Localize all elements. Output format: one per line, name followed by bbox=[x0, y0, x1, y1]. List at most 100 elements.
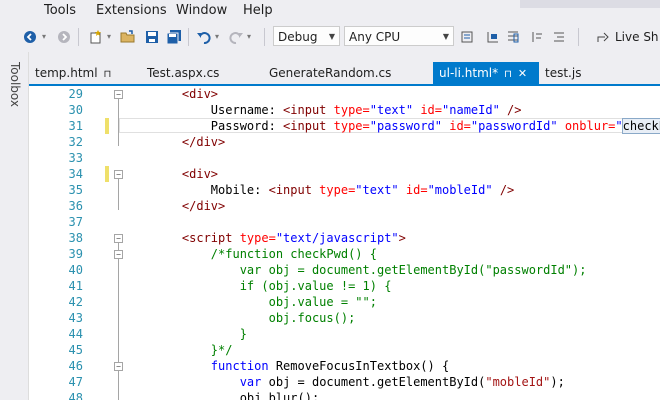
toolbox-tab[interactable]: Toolbox bbox=[6, 62, 22, 107]
code-line[interactable]: 40 var obj = document.getElementById("pa… bbox=[29, 262, 660, 278]
code-line[interactable]: 48 obj.blur(); bbox=[29, 390, 660, 400]
collapse-icon[interactable]: − bbox=[114, 170, 123, 179]
redo-button[interactable] bbox=[226, 27, 246, 47]
back-arrow-icon bbox=[24, 31, 36, 43]
code-text: /*function checkPwd() { bbox=[153, 246, 377, 262]
redo-dropdown-icon[interactable]: ▾ bbox=[247, 32, 251, 41]
code-editor[interactable]: 29− <div> 30 Username: <input type="text"… bbox=[29, 86, 660, 400]
code-line[interactable]: 38 − <script type="text/javascript"> bbox=[29, 230, 660, 246]
code-token: obj.blur(); bbox=[239, 391, 320, 400]
open-file-button[interactable] bbox=[118, 27, 138, 47]
code-text: function RemoveFocusInTextbox() { bbox=[153, 358, 449, 374]
code-token: if (obj.value != 1) { bbox=[239, 279, 392, 293]
tab-test-aspx-cs[interactable]: Test.aspx.cs bbox=[141, 62, 263, 84]
code-line[interactable]: 34 − <div> bbox=[29, 166, 660, 182]
collapse-icon[interactable]: − bbox=[114, 234, 123, 243]
tab-temp-html[interactable]: temp.html ⊓ bbox=[29, 62, 137, 84]
menu-help[interactable]: Help bbox=[243, 3, 273, 18]
code-token: " bbox=[615, 119, 623, 133]
pin-icon[interactable]: ⊓ bbox=[104, 69, 112, 80]
platform-value: Any CPU bbox=[349, 30, 401, 44]
share-arrow-icon bbox=[597, 32, 609, 42]
collapse-icon[interactable]: − bbox=[114, 90, 123, 99]
code-line[interactable]: 32 </div> bbox=[29, 134, 660, 150]
code-token: id= bbox=[442, 119, 471, 133]
code-line[interactable]: 41 if (obj.value != 1) { bbox=[29, 278, 660, 294]
menu-extensions[interactable]: Extensions bbox=[96, 3, 167, 18]
toolbar-separator bbox=[78, 28, 79, 46]
indent-icon bbox=[554, 32, 564, 42]
menu-bar: Tools Extensions Window Help bbox=[0, 0, 660, 22]
collapse-icon[interactable]: − bbox=[114, 250, 123, 259]
solution-platform-select[interactable]: Any CPU ▼ bbox=[344, 26, 454, 46]
forward-button[interactable] bbox=[54, 27, 74, 47]
chevron-down-icon: ▼ bbox=[442, 32, 449, 41]
code-line[interactable]: 44 } bbox=[29, 326, 660, 342]
code-token: }*/ bbox=[210, 343, 233, 357]
save-button[interactable] bbox=[142, 27, 162, 47]
code-line[interactable]: 31 Password: <input type="password" id="… bbox=[29, 118, 660, 134]
folder-open-icon bbox=[120, 30, 135, 43]
document-tab-strip: temp.html ⊓ Test.aspx.cs GenerateRandom.c… bbox=[29, 62, 660, 84]
undo-button[interactable] bbox=[194, 27, 214, 47]
back-dropdown-icon[interactable]: ▾ bbox=[42, 32, 46, 41]
toolbox-sidebar: Toolbox bbox=[0, 52, 29, 400]
live-share-button[interactable]: Live Sh bbox=[596, 27, 660, 47]
code-line[interactable]: 30 Username: <input type="text" id="name… bbox=[29, 102, 660, 118]
code-token: /> bbox=[492, 183, 515, 197]
code-line[interactable]: 45 }*/ bbox=[29, 342, 660, 358]
code-line[interactable]: 39 − /*function checkPwd() { bbox=[29, 246, 660, 262]
code-token: "nameId" bbox=[442, 103, 500, 117]
undo-dropdown-icon[interactable]: ▾ bbox=[215, 32, 219, 41]
code-line[interactable]: 35 Mobile: <input type="text" id="mobleI… bbox=[29, 182, 660, 198]
toolbar-icon-button[interactable] bbox=[484, 27, 502, 47]
code-line[interactable]: 33 bbox=[29, 150, 660, 166]
code-token: type= bbox=[319, 183, 356, 197]
code-line[interactable]: 46 − function RemoveFocusInTextbox() { bbox=[29, 358, 660, 374]
tab-test-js[interactable]: test.js bbox=[539, 62, 599, 84]
toolbar-icon-button[interactable] bbox=[550, 27, 568, 47]
tab-ul-li-html[interactable]: ul-li.html* ⊓ ✕ bbox=[433, 62, 539, 84]
toolbar-icon-button[interactable] bbox=[528, 27, 546, 47]
toolbar-icon-button[interactable] bbox=[458, 27, 476, 47]
code-line[interactable]: 37 bbox=[29, 214, 660, 230]
collapse-icon[interactable]: − bbox=[114, 362, 123, 371]
code-text: Mobile: <input type="text" id="mobleId" … bbox=[153, 182, 514, 198]
code-line[interactable]: 43 obj.focus(); bbox=[29, 310, 660, 326]
line-number: 47 bbox=[68, 375, 83, 389]
back-button[interactable] bbox=[20, 27, 40, 47]
line-number: 31 bbox=[68, 119, 83, 133]
pin-icon[interactable]: ⊓ bbox=[504, 69, 512, 80]
code-token: /> bbox=[499, 103, 522, 117]
new-dropdown-icon[interactable]: ▾ bbox=[107, 32, 111, 41]
line-number: 32 bbox=[68, 135, 83, 149]
code-token: <div> bbox=[181, 167, 219, 181]
code-text: <div> bbox=[153, 166, 218, 182]
solution-configuration-select[interactable]: Debug ▼ bbox=[273, 26, 340, 46]
live-share-label: Live Sh bbox=[615, 30, 659, 44]
redo-icon bbox=[229, 32, 243, 44]
close-icon[interactable]: ✕ bbox=[518, 67, 527, 80]
code-line[interactable]: 47 var obj = document.getElementById("mo… bbox=[29, 374, 660, 390]
save-all-button[interactable] bbox=[164, 27, 184, 47]
code-text: Username: <input type="text" id="nameId"… bbox=[153, 102, 522, 118]
code-line[interactable]: 42 obj.value = ""; bbox=[29, 294, 660, 310]
menu-window[interactable]: Window bbox=[176, 3, 227, 18]
code-line[interactable]: 29 − <div> bbox=[29, 86, 660, 102]
menu-tools[interactable]: Tools bbox=[44, 3, 76, 18]
code-token: type= bbox=[333, 119, 370, 133]
code-token: > bbox=[398, 231, 406, 245]
line-number: 46 bbox=[68, 359, 83, 373]
code-text: var obj = document.getElementById("moble… bbox=[153, 374, 565, 390]
save-all-icon bbox=[166, 30, 181, 44]
code-token: "mobleId" bbox=[427, 183, 493, 197]
code-token: id= bbox=[398, 183, 428, 197]
toolbar-icon-button[interactable] bbox=[504, 27, 522, 47]
new-project-button[interactable] bbox=[86, 27, 106, 47]
code-token: type= bbox=[333, 103, 370, 117]
tab-generaterandom-cs[interactable]: GenerateRandom.cs bbox=[263, 62, 431, 84]
code-line[interactable]: 36 </div> bbox=[29, 198, 660, 214]
